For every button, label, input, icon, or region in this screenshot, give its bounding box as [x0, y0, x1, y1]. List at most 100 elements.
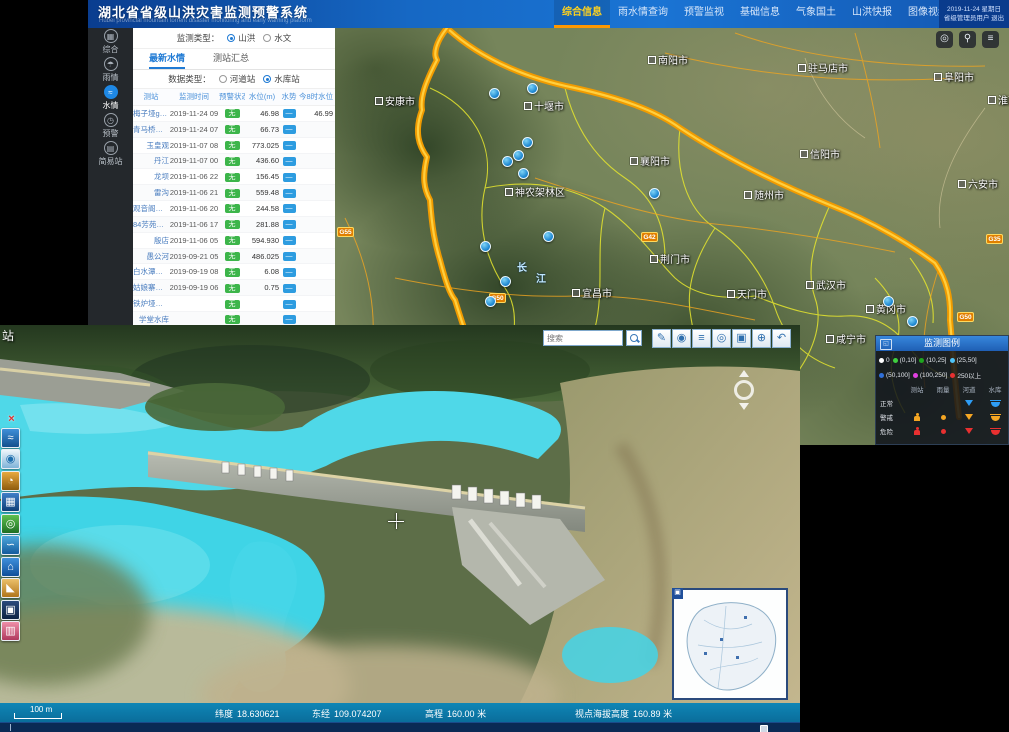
tab-latest[interactable]: 最新水情: [149, 49, 185, 69]
draw-tool-icon[interactable]: ✎: [652, 329, 671, 348]
table-row[interactable]: 丹江2019-11-07 00无436.60—: [133, 154, 335, 170]
scale-bar-icon: [14, 713, 62, 719]
radar-icon[interactable]: ◎: [1, 514, 20, 534]
overview-minimap[interactable]: ▣: [672, 588, 788, 700]
station-name: 愚公河: [133, 251, 169, 262]
station-marker[interactable]: [485, 296, 496, 307]
legend-cell: [912, 399, 922, 408]
legend-collapse-icon[interactable]: ◱: [880, 339, 892, 350]
sidebar-item-simple-station[interactable]: ▤简易站: [88, 140, 133, 168]
table-row[interactable]: 梅子垭gps站2019-11-24 09无46.98—46.99: [133, 106, 335, 122]
radio-option[interactable]: 山洪: [219, 32, 255, 44]
search-icon[interactable]: ⚲: [959, 31, 976, 48]
viewer-search-input[interactable]: [543, 330, 623, 346]
compass-control[interactable]: [727, 370, 761, 414]
user-date-box[interactable]: 2019-11-24 星期日 省级管理员用户 退出: [939, 0, 1009, 28]
splash-icon[interactable]: ∽: [1, 535, 20, 555]
table-row[interactable]: 学堂水库无—: [133, 312, 335, 325]
station-marker[interactable]: [513, 150, 524, 161]
trend-badge: —: [283, 141, 296, 150]
wave-field-icon[interactable]: ▦: [1, 492, 20, 512]
station-marker[interactable]: [907, 316, 918, 327]
viewer-timeline[interactable]: [0, 722, 800, 732]
city-label: 淮南市: [988, 92, 1009, 107]
sidebar-item-rain[interactable]: ☂雨情: [88, 56, 133, 84]
top-nav-item[interactable]: 基础信息: [732, 0, 788, 28]
camera-tool-icon[interactable]: ◉: [672, 329, 691, 348]
station-marker[interactable]: [522, 137, 533, 148]
status-cell: 无: [219, 219, 245, 229]
city-label: 武汉市: [806, 277, 846, 292]
timeline-thumb[interactable]: [760, 725, 768, 732]
table-row[interactable]: 铁炉垭水库无—: [133, 296, 335, 312]
station-marker[interactable]: [518, 168, 529, 179]
sidebar-item-label: 预警: [103, 128, 119, 139]
top-nav-item[interactable]: 山洪快报: [844, 0, 900, 28]
table-row[interactable]: 愚公河2019-09-21 05无486.025—: [133, 249, 335, 265]
layers-icon[interactable]: ≡: [982, 31, 999, 48]
chart-icon[interactable]: ▥: [1, 621, 20, 641]
top-nav-item[interactable]: 气象国土: [788, 0, 844, 28]
sidebar-item-overview[interactable]: ▦综合: [88, 28, 133, 56]
road-badge: G55: [337, 227, 354, 237]
water-level: 156.45: [245, 172, 279, 181]
table-row[interactable]: 雷沟2019-11-06 21无559.48—: [133, 185, 335, 201]
table-row[interactable]: 观音阁水位2019-11-06 20无244.58—: [133, 201, 335, 217]
status-cell: 无: [219, 235, 245, 245]
radio-option[interactable]: 水库站: [255, 73, 300, 85]
dune-icon[interactable]: ◣: [1, 578, 20, 598]
list-tool-icon[interactable]: ≡: [692, 329, 711, 348]
station-name: 铁炉垭水库: [133, 298, 169, 309]
table-row[interactable]: 84芳苑溪水2019-11-06 17无281.88—: [133, 217, 335, 233]
top-nav-item[interactable]: 雨水情查询: [610, 0, 676, 28]
shelter-icon[interactable]: ⌂: [1, 557, 20, 577]
image-tool-icon[interactable]: ▣: [732, 329, 751, 348]
status-badge: 无: [225, 173, 240, 182]
city-label: 咸宁市: [826, 331, 866, 346]
station-marker[interactable]: [883, 296, 894, 307]
table-row[interactable]: 玉皇观2019-11-07 08无773.025—: [133, 138, 335, 154]
water-panel: 监测类型： 山洪水文 最新水情测站汇总 数据类型： 河道站水库站 测站监测时间预…: [133, 28, 335, 325]
station-marker[interactable]: [543, 231, 554, 242]
station-name: 丹江: [133, 155, 169, 166]
status-cell: 无: [219, 314, 245, 324]
undo-tool-icon[interactable]: ↶: [772, 329, 791, 348]
legend-row-label: 正常: [880, 398, 893, 408]
typhoon-icon[interactable]: ◔: [1, 471, 20, 491]
view-tool-icon[interactable]: ◎: [712, 329, 731, 348]
station-name: 梅子垭gps站: [133, 108, 169, 119]
station-marker[interactable]: [480, 241, 491, 252]
radio-option[interactable]: 河道站: [211, 73, 256, 85]
toolbar-close-button[interactable]: ×: [1, 413, 22, 426]
table-row[interactable]: 白水潭水库(2019-09-19 08无6.08—: [133, 264, 335, 280]
table-row[interactable]: 青马桥雨量2019-11-24 07无66.73—: [133, 122, 335, 138]
viewer-search-button[interactable]: [626, 330, 642, 346]
station-marker[interactable]: [502, 156, 513, 167]
locate-icon[interactable]: ◎: [936, 31, 953, 48]
trend-cell: —: [279, 251, 299, 261]
station-marker[interactable]: [527, 83, 538, 94]
globe-tool-icon[interactable]: ⊕: [752, 329, 771, 348]
top-nav-item[interactable]: 综合信息: [554, 0, 610, 28]
water-swirl-icon[interactable]: ◉: [1, 449, 20, 469]
map-pin-icon: [744, 191, 752, 199]
city-label: 六安市: [958, 176, 998, 191]
snapshot-icon[interactable]: ▣: [1, 600, 20, 620]
water-level: 6.08: [245, 267, 279, 276]
top-nav-item[interactable]: 预警监视: [676, 0, 732, 28]
table-row[interactable]: 姑娘寨水库(2019-09-19 06无0.75—: [133, 280, 335, 296]
minimap-toggle-icon[interactable]: ▣: [672, 588, 683, 599]
station-marker[interactable]: [500, 276, 511, 287]
sidebar-item-water[interactable]: ≈水情: [88, 84, 133, 112]
radio-option[interactable]: 水文: [255, 32, 291, 44]
table-row[interactable]: 殷店2019-11-06 05无594.930—: [133, 233, 335, 249]
tab-summary[interactable]: 测站汇总: [213, 49, 249, 69]
station-marker[interactable]: [489, 88, 500, 99]
trend-badge: —: [283, 252, 296, 261]
trend-badge: —: [283, 204, 296, 213]
user-text[interactable]: 省级管理员用户 退出: [939, 14, 1009, 23]
flood-layer-icon[interactable]: ≈: [1, 428, 20, 448]
sidebar-item-warning[interactable]: ◷预警: [88, 112, 133, 140]
table-row[interactable]: 龙坝2019-11-06 22无156.45—: [133, 169, 335, 185]
station-marker[interactable]: [649, 188, 660, 199]
